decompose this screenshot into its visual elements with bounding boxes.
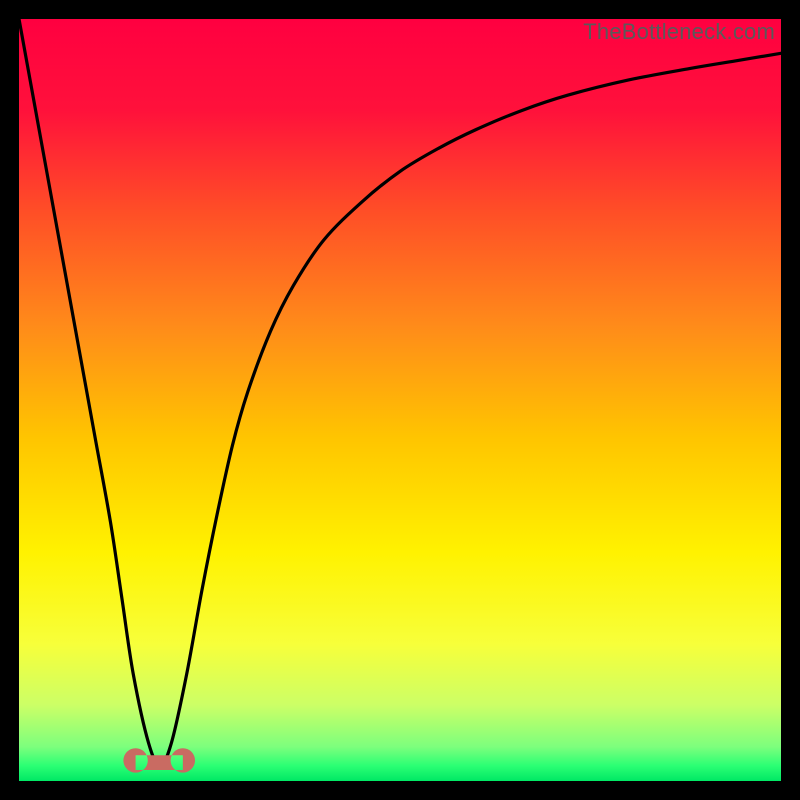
watermark-text: TheBottleneck.com: [583, 19, 775, 45]
bottleneck-chart: [19, 19, 781, 781]
chart-frame: TheBottleneck.com: [19, 19, 781, 781]
